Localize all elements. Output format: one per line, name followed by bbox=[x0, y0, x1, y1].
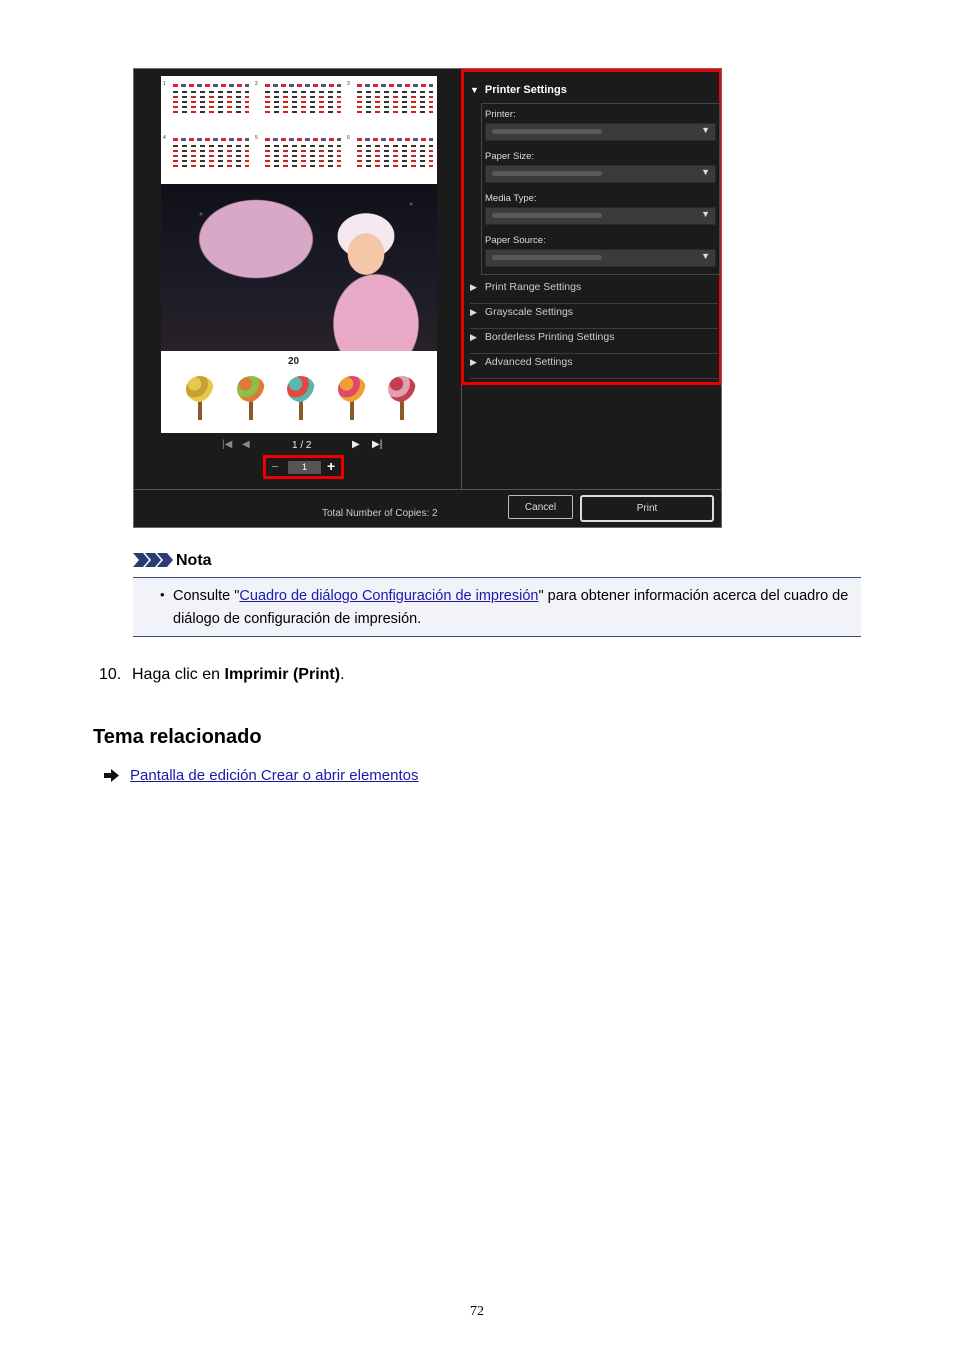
printer-select[interactable]: ▼ bbox=[485, 123, 716, 141]
prev-page-icon[interactable]: ◀ bbox=[242, 439, 250, 450]
preview-pane: 1 2 3 4 5 6 20 |◀ ◀ 1 / 2 ▶ ▶| − 1 + bbox=[134, 69, 461, 489]
calendar-grid: 1 2 3 4 5 6 bbox=[161, 76, 437, 184]
copies-field[interactable]: 1 bbox=[288, 461, 321, 474]
printer-label: Printer: bbox=[485, 109, 516, 120]
tree-illustration bbox=[284, 374, 318, 422]
printer-settings-body: Printer: ▼ Paper Size: ▼ Media Type: ▼ P… bbox=[481, 103, 720, 275]
step-10: 10. Haga clic en Imprimir (Print). bbox=[99, 666, 345, 684]
calendar-month: 4 bbox=[161, 130, 253, 184]
tree-illustration bbox=[335, 374, 369, 422]
page-navigator: |◀ ◀ 1 / 2 ▶ ▶| bbox=[134, 437, 461, 455]
note-text: Consulte "Cuadro de diálogo Configuració… bbox=[173, 585, 853, 631]
increase-copies-button[interactable]: + bbox=[327, 458, 335, 474]
paper-size-field: Paper Size: ▼ bbox=[485, 151, 716, 183]
collapsed-triangle-icon: ▶ bbox=[470, 357, 477, 367]
photo-girl-with-umbrella bbox=[161, 184, 437, 351]
cancel-button[interactable]: Cancel bbox=[508, 495, 573, 519]
media-type-select[interactable]: ▼ bbox=[485, 207, 716, 225]
note-box: • Consulte "Cuadro de diálogo Configurac… bbox=[133, 577, 861, 637]
paper-size-label: Paper Size: bbox=[485, 151, 535, 162]
tree-illustration bbox=[234, 374, 268, 422]
calendar-month: 5 bbox=[253, 130, 345, 184]
borderless-printing-settings-section[interactable]: ▶ Borderless Printing Settings bbox=[470, 331, 718, 354]
related-topic-link[interactable]: Pantalla de edición Crear o abrir elemen… bbox=[130, 767, 419, 784]
arrow-right-icon bbox=[104, 769, 119, 782]
decrease-copies-button[interactable]: − bbox=[271, 459, 279, 474]
year-label: 20 bbox=[288, 356, 300, 367]
collapsed-triangle-icon: ▶ bbox=[470, 332, 477, 342]
page-number: 72 bbox=[470, 1304, 484, 1319]
calendar-page-preview: 1 2 3 4 5 6 20 bbox=[161, 76, 437, 433]
settings-panel: ▼ Printer Settings Printer: ▼ Paper Size:… bbox=[461, 69, 721, 385]
total-copies-label: Total Number of Copies: 2 bbox=[322, 508, 438, 519]
dropdown-arrow-icon: ▼ bbox=[701, 167, 710, 177]
note-title: Nota bbox=[176, 552, 212, 569]
tree-illustration bbox=[385, 374, 419, 422]
section-label: Print Range Settings bbox=[484, 281, 582, 293]
dropdown-arrow-icon: ▼ bbox=[701, 251, 710, 261]
copies-stepper: − 1 + bbox=[263, 455, 344, 479]
print-dialog-screenshot: 1 2 3 4 5 6 20 |◀ ◀ 1 / 2 ▶ ▶| − 1 + ▼ P… bbox=[133, 68, 722, 528]
printer-settings-header[interactable]: ▼ Printer Settings bbox=[470, 84, 567, 96]
paper-source-select[interactable]: ▼ bbox=[485, 249, 716, 267]
advanced-settings-section[interactable]: ▶ Advanced Settings bbox=[470, 356, 718, 379]
print-range-settings-section[interactable]: ▶ Print Range Settings bbox=[470, 281, 718, 304]
step-bold-text: Imprimir (Print) bbox=[224, 666, 341, 683]
step-text-before: Haga clic en bbox=[132, 666, 225, 683]
calendar-month: 2 bbox=[253, 76, 345, 130]
print-settings-dialog-link[interactable]: Cuadro de diálogo Configuración de impre… bbox=[239, 588, 538, 604]
print-button[interactable]: Print bbox=[580, 495, 714, 522]
tree-illustration bbox=[183, 374, 217, 422]
note-chevrons-icon bbox=[133, 553, 173, 567]
tree-illustrations bbox=[183, 374, 419, 422]
dropdown-arrow-icon: ▼ bbox=[701, 125, 710, 135]
related-topic-heading: Tema relacionado bbox=[93, 726, 262, 748]
dropdown-arrow-icon: ▼ bbox=[701, 209, 710, 219]
media-type-field: Media Type: ▼ bbox=[485, 193, 716, 225]
calendar-month: 6 bbox=[345, 130, 437, 184]
page-indicator: 1 / 2 bbox=[292, 440, 312, 451]
printer-settings-label: Printer Settings bbox=[484, 84, 567, 96]
first-page-icon[interactable]: |◀ bbox=[222, 439, 232, 450]
calendar-month: 3 bbox=[345, 76, 437, 130]
paper-source-label: Paper Source: bbox=[485, 235, 546, 246]
dialog-footer: Total Number of Copies: 2 Cancel Print bbox=[134, 490, 721, 527]
section-label: Advanced Settings bbox=[484, 356, 573, 368]
media-type-label: Media Type: bbox=[485, 193, 537, 204]
expanded-triangle-icon: ▼ bbox=[470, 85, 479, 95]
grayscale-settings-section[interactable]: ▶ Grayscale Settings bbox=[470, 306, 718, 329]
bullet: • bbox=[160, 587, 165, 602]
last-page-icon[interactable]: ▶| bbox=[372, 439, 382, 450]
calendar-month: 1 bbox=[161, 76, 253, 130]
collapsed-triangle-icon: ▶ bbox=[470, 307, 477, 317]
next-page-icon[interactable]: ▶ bbox=[352, 439, 360, 450]
note-text-before: Consulte " bbox=[173, 588, 240, 604]
step-text-after: . bbox=[340, 666, 345, 683]
section-label: Grayscale Settings bbox=[484, 306, 574, 318]
paper-source-field: Paper Source: ▼ bbox=[485, 235, 716, 267]
paper-size-select[interactable]: ▼ bbox=[485, 165, 716, 183]
step-number: 10. bbox=[99, 666, 122, 683]
collapsed-triangle-icon: ▶ bbox=[470, 282, 477, 292]
section-label: Borderless Printing Settings bbox=[484, 331, 615, 343]
printer-field: Printer: ▼ bbox=[485, 109, 716, 141]
